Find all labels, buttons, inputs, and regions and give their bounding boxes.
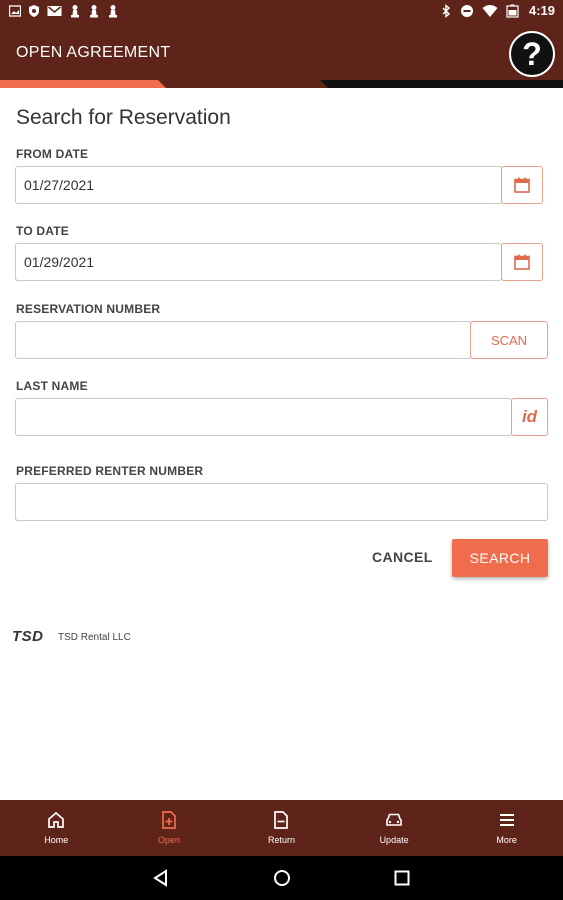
nav-item-update[interactable]: Update [338, 800, 451, 856]
calendar-icon [514, 177, 530, 193]
recents-icon[interactable] [392, 868, 412, 888]
last-name-label: LAST NAME [16, 379, 88, 393]
header-accent-stripe [0, 80, 563, 88]
android-navigation-bar [0, 856, 563, 900]
system-icons: 4:19 [440, 3, 555, 18]
form-title: Search for Reservation [16, 106, 231, 129]
home-icon [48, 811, 65, 828]
battery-icon [506, 4, 519, 18]
nav-label: Home [44, 835, 69, 845]
nav-item-return[interactable]: Return [225, 800, 338, 856]
nav-label: Return [267, 835, 295, 845]
calendar-icon [514, 254, 530, 270]
from-date-input[interactable]: 01/27/2021 [15, 166, 502, 204]
status-time: 4:19 [528, 3, 555, 18]
nav-item-more[interactable]: More [450, 800, 563, 856]
chess-pawn-icon [109, 5, 117, 18]
image-icon [9, 5, 21, 17]
bluetooth-icon [442, 3, 451, 18]
reservation-number-label: RESERVATION NUMBER [16, 302, 161, 316]
nav-label: Update [379, 835, 409, 845]
preferred-renter-label: PREFERRED RENTER NUMBER [16, 464, 204, 478]
back-icon[interactable] [151, 868, 171, 888]
wifi-icon [482, 4, 498, 17]
from-date-label: FROM DATE [16, 147, 89, 161]
scan-button[interactable]: SCAN [470, 321, 548, 359]
nav-item-open[interactable]: Open [113, 800, 226, 856]
id-scan-button[interactable]: id [511, 398, 548, 436]
search-button[interactable]: SEARCH [452, 539, 548, 577]
gmail-icon [47, 6, 62, 16]
app-header: OPEN AGREEMENT ? [0, 26, 563, 88]
last-name-input[interactable] [15, 398, 512, 436]
company-name: TSD Rental LLC [58, 632, 131, 643]
to-date-calendar-button[interactable] [501, 243, 543, 281]
file-plus-icon [162, 811, 176, 829]
nav-item-home[interactable]: Home [0, 800, 113, 856]
do-not-disturb-icon [460, 4, 473, 17]
nav-label: Open [157, 835, 180, 845]
page-title-header: OPEN AGREEMENT [16, 44, 171, 61]
bottom-navigation: Home Open Return Update More [0, 800, 563, 856]
chess-pawn-icon [90, 5, 98, 18]
preferred-renter-input[interactable] [15, 483, 548, 521]
menu-icon [499, 814, 514, 826]
file-minus-icon [274, 811, 289, 829]
cancel-button[interactable]: CANCEL [372, 549, 433, 565]
chess-pawn-icon [71, 5, 79, 18]
status-bar: 4:19 [0, 0, 563, 26]
car-icon [386, 813, 402, 826]
reservation-number-input[interactable] [15, 321, 471, 359]
tsd-logo: TSD [12, 628, 44, 645]
nav-label: More [496, 835, 517, 845]
to-date-label: TO DATE [16, 224, 69, 238]
home-button-icon[interactable] [272, 868, 292, 888]
shield-icon [29, 5, 39, 17]
from-date-calendar-button[interactable] [501, 166, 543, 204]
help-button[interactable]: ? [509, 31, 555, 77]
to-date-input[interactable]: 01/29/2021 [15, 243, 502, 281]
notification-icons [9, 4, 119, 18]
